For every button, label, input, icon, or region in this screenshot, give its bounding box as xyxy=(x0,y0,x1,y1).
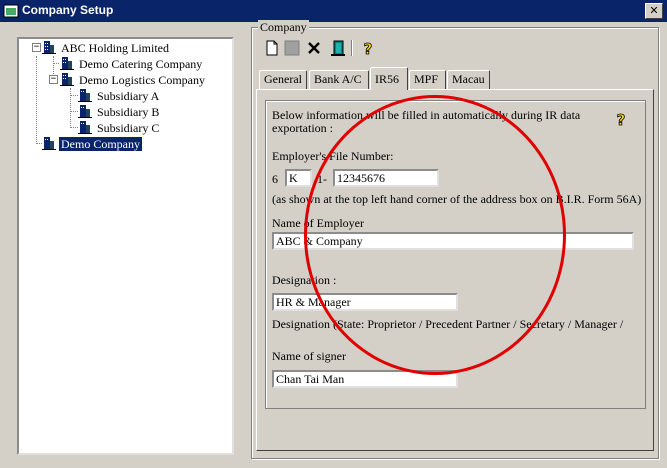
tree-node-subsidiary-b[interactable]: Subsidiary B xyxy=(78,104,161,120)
help-icon[interactable]: ? xyxy=(612,110,630,128)
tree-node-label: ABC Holding Limited xyxy=(61,41,169,55)
tab-bank-ac[interactable]: Bank A/C xyxy=(309,70,369,89)
designation-note: Designation (State: Proprietor / Precede… xyxy=(272,317,624,331)
tree-line xyxy=(36,56,37,144)
building-icon xyxy=(78,121,92,134)
tree-node-label: Subsidiary C xyxy=(97,121,160,135)
building-icon xyxy=(42,41,56,54)
tree-line xyxy=(70,127,78,128)
designation-label: Designation : xyxy=(272,273,337,287)
svg-text:?: ? xyxy=(364,40,373,58)
tree-node-label: Demo Catering Company xyxy=(79,57,203,71)
designation-field[interactable]: HR & Manager xyxy=(272,293,458,311)
delete-icon[interactable] xyxy=(304,38,324,58)
save-icon[interactable] xyxy=(282,38,302,58)
tree-line xyxy=(70,95,78,96)
file-number-dash: 1- xyxy=(317,172,327,186)
info-text-line2: exportation : xyxy=(272,121,333,135)
svg-text:?: ? xyxy=(617,111,626,128)
tab-ir56[interactable]: IR56 xyxy=(370,67,408,90)
tree-node-label: Demo Logistics Company xyxy=(79,73,205,87)
tree-node-catering[interactable]: Demo Catering Company xyxy=(60,56,204,72)
signer-name-field[interactable]: Chan Tai Man xyxy=(272,370,458,388)
new-document-icon[interactable] xyxy=(262,38,282,58)
employer-name-field[interactable]: ABC & Company xyxy=(272,232,634,250)
file-letter-field[interactable]: K xyxy=(285,169,312,187)
building-icon xyxy=(78,105,92,118)
tab-macau[interactable]: Macau xyxy=(447,70,490,89)
file-number-field[interactable]: 12345676 xyxy=(333,169,439,187)
tree-node-label: Subsidiary B xyxy=(97,105,160,119)
close-button[interactable]: ✕ xyxy=(645,3,663,19)
signer-name-label: Name of signer xyxy=(272,349,346,363)
help-icon[interactable]: ? xyxy=(358,38,378,58)
tree-node-label: Subsidiary A xyxy=(97,89,160,103)
exit-door-icon[interactable] xyxy=(328,38,348,58)
file-number-prefix: 6 xyxy=(272,172,278,186)
title-bar: Company Setup ✕ xyxy=(0,0,667,22)
tab-mpf[interactable]: MPF xyxy=(409,70,446,89)
tree-line xyxy=(53,63,59,64)
building-icon xyxy=(60,73,74,86)
building-icon xyxy=(60,57,74,70)
tree-node-demo-company[interactable]: Demo Company xyxy=(42,136,143,152)
collapse-toggle-root[interactable]: − xyxy=(32,43,41,52)
window-title: Company Setup xyxy=(22,3,114,17)
employer-name-label: Name of Employer xyxy=(272,216,364,230)
app-icon xyxy=(3,4,19,18)
file-number-label: Employer's File Number: xyxy=(272,149,394,163)
building-icon xyxy=(78,89,92,102)
tab-general[interactable]: General xyxy=(259,70,307,89)
tree-line xyxy=(70,88,71,128)
tree-node-subsidiary-c[interactable]: Subsidiary C xyxy=(78,120,161,136)
collapse-toggle-logistics[interactable]: − xyxy=(49,75,58,84)
tree-node-logistics[interactable]: Demo Logistics Company xyxy=(60,72,207,88)
file-number-note: (as shown at the top left hand corner of… xyxy=(272,192,642,206)
toolbar-separator xyxy=(351,40,353,56)
tree-node-subsidiary-a[interactable]: Subsidiary A xyxy=(78,88,161,104)
building-icon xyxy=(42,137,56,150)
tree-node-label: Demo Company xyxy=(58,136,143,152)
tree-line xyxy=(70,111,78,112)
tree-node-abc-holding[interactable]: ABC Holding Limited xyxy=(42,40,171,56)
company-group-label: Company xyxy=(258,20,309,35)
